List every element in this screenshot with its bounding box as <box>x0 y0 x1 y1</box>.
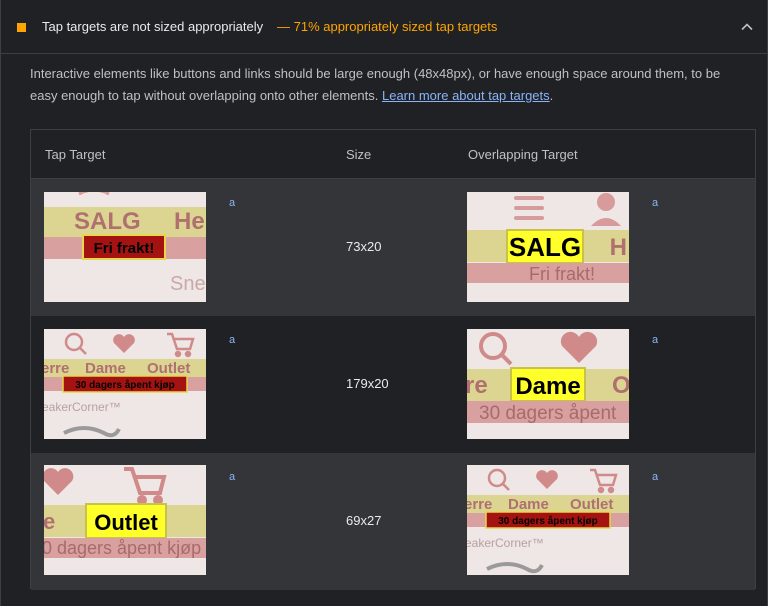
column-header-size: Size <box>346 147 372 162</box>
thumb-text: erre <box>467 496 492 513</box>
thumb-highlight-text: 30 dagers åpent kjøp <box>75 379 174 391</box>
tap-target-size: 69x27 <box>346 513 382 528</box>
audit-title: Tap targets are not sized appropriately <box>42 19 264 34</box>
thumb-text: 30 dagers åpent <box>479 403 617 424</box>
tap-target-node-label: a <box>229 471 236 483</box>
chevron-up-icon[interactable] <box>740 20 754 34</box>
learn-more-link[interactable]: Learn more about tap targets <box>382 88 550 103</box>
tap-target-screenshot: erre Dame Outlet 30 dagers åpent kjøp ea… <box>44 329 206 439</box>
thumb-text: Dame <box>508 496 549 513</box>
thumb-text: Outlet <box>570 496 613 513</box>
warning-square-icon <box>17 23 26 32</box>
tap-target-screenshot: SALG He Fri frakt! Sne <box>44 192 206 302</box>
description-text: Interactive elements like buttons and li… <box>30 66 721 103</box>
table-row: e Outlet 0 dagers åpent kjøp a 69x27 err… <box>31 453 755 590</box>
audit-display-value: — 71% appropriately sized tap targets <box>277 19 498 34</box>
table-row: SALG He Fri frakt! Sne a 73x20 H SALG Fr… <box>31 179 755 316</box>
thumb-text: SALG <box>74 208 141 235</box>
thumb-text: erre <box>44 360 69 377</box>
overlapping-target-screenshot: re O Dame 30 dagers åpent <box>467 329 629 439</box>
thumb-text: Dame <box>85 360 126 377</box>
column-header-tap-target: Tap Target <box>45 147 106 162</box>
tap-target-node-label: a <box>229 197 236 209</box>
tap-target-size: 179x20 <box>346 376 389 391</box>
thumb-highlight-text: Fri frakt! <box>94 240 155 257</box>
thumb-text: He <box>174 208 205 235</box>
thumb-text: Fri frakt! <box>529 264 595 284</box>
thumb-text: Sne <box>170 273 206 295</box>
audit-description: Interactive elements like buttons and li… <box>30 63 744 107</box>
thumb-text: eakerCorner™ <box>467 536 544 550</box>
tap-target-screenshot: e Outlet 0 dagers åpent kjøp <box>44 465 206 575</box>
tap-target-size: 73x20 <box>346 239 382 254</box>
overlapping-target-node-label: a <box>652 471 659 483</box>
table-header: Tap Target Size Overlapping Target <box>31 130 755 179</box>
thumb-text: H <box>610 234 627 261</box>
thumb-text: 0 dagers åpent kjøp <box>44 538 201 558</box>
thumb-highlight-text: Dame <box>515 373 580 400</box>
thumb-highlight-text: SALG <box>509 232 581 262</box>
table-row: erre Dame Outlet 30 dagers åpent kjøp ea… <box>31 316 755 453</box>
column-header-overlapping-target: Overlapping Target <box>468 147 578 162</box>
thumb-text: e <box>44 509 55 534</box>
thumb-text: O <box>612 372 629 399</box>
thumb-text: Outlet <box>147 360 190 377</box>
tap-targets-audit: Tap targets are not sized appropriately … <box>0 0 768 606</box>
overlapping-target-node-label: a <box>652 334 659 346</box>
thumb-text: eakerCorner™ <box>44 400 121 414</box>
overlapping-target-screenshot: erre Dame Outlet 30 dagers åpent kjøp ea… <box>467 465 629 575</box>
description-suffix: . <box>549 88 554 103</box>
tap-target-node-label: a <box>229 334 236 346</box>
thumb-text: re <box>467 372 488 399</box>
overlapping-target-node-label: a <box>652 197 659 209</box>
overlapping-target-screenshot: H SALG Fri frakt! <box>467 192 629 302</box>
thumb-highlight-text: Outlet <box>94 510 158 535</box>
menu-icon <box>514 196 544 220</box>
tap-targets-table: Tap Target Size Overlapping Target SALG … <box>30 129 756 590</box>
thumb-highlight-text: 30 dagers åpent kjøp <box>498 515 597 527</box>
audit-header[interactable]: Tap targets are not sized appropriately … <box>1 0 767 54</box>
